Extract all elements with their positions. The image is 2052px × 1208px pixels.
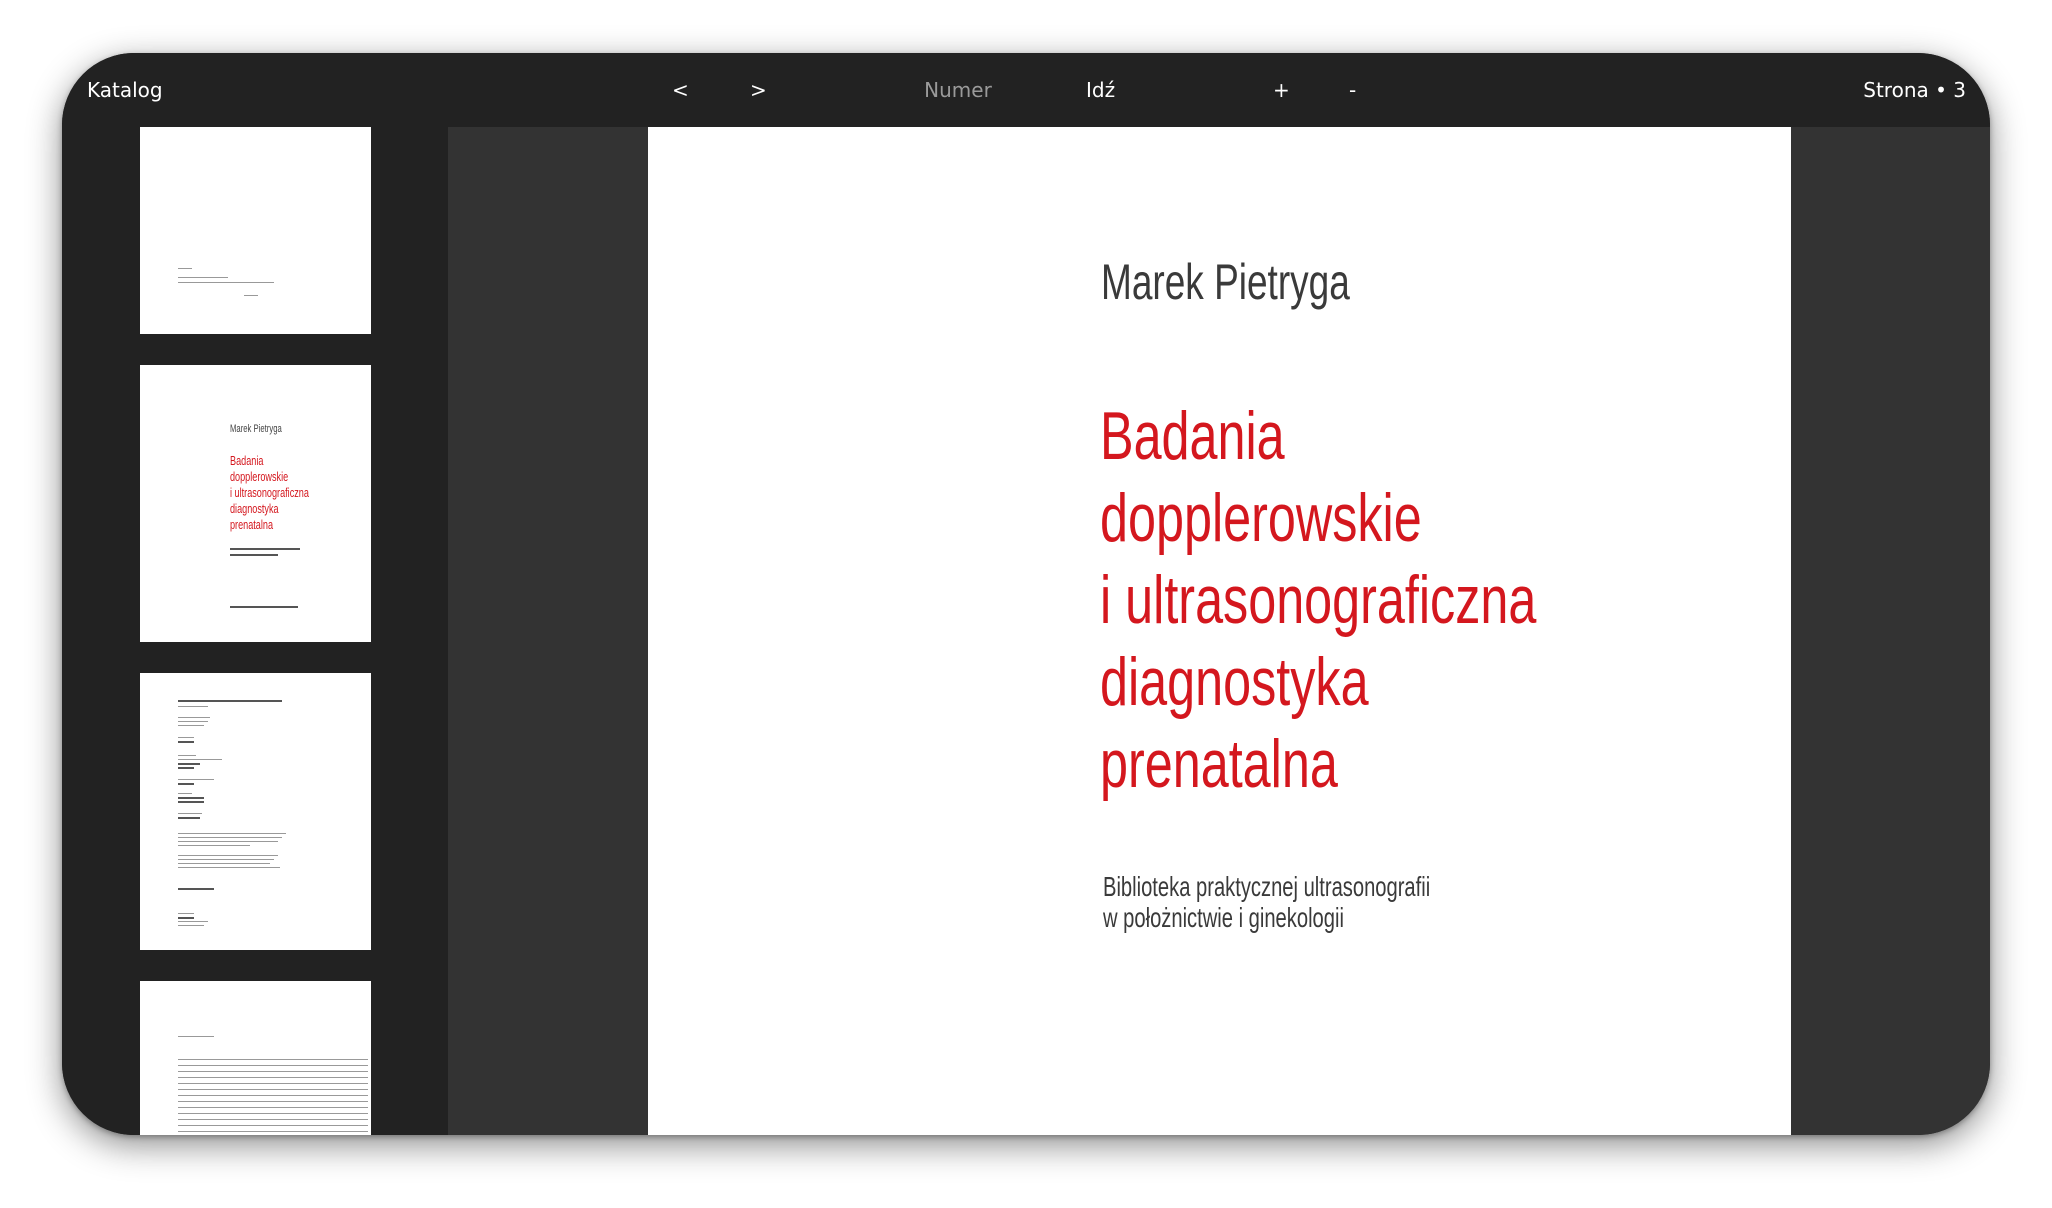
thumbnail-text-line [178, 779, 214, 780]
thumbnail-page-3[interactable] [140, 673, 371, 950]
thumbnail-text-line [230, 548, 300, 550]
thumbnail-text-line [178, 1101, 368, 1102]
thumbnail-title-line: prenatalna [230, 517, 274, 532]
thumbnail-page-2[interactable]: Marek Pietryga Badania dopplerowskie i u… [140, 365, 371, 642]
thumbnail-text-line [178, 1083, 368, 1084]
thumbnail-text-line [178, 1107, 368, 1108]
book-title: Badania dopplerowskie i ultrasonograficz… [1100, 395, 1536, 805]
zoom-in-button[interactable]: + [1273, 53, 1290, 127]
thumbnail-title-line: i ultrasonograficzna [230, 485, 309, 500]
book-title-line: diagnostyka [1100, 644, 1369, 720]
thumbnail-text-line [178, 841, 278, 842]
thumbnail-page-4[interactable] [140, 981, 371, 1135]
thumbnail-text-line [178, 268, 192, 269]
thumbnail-text-line [178, 706, 208, 707]
thumbnail-page-1[interactable] [140, 127, 371, 334]
thumbnail-text-line [230, 554, 278, 556]
thumbnail-text-line [178, 913, 194, 914]
thumbnail-text-line [178, 737, 194, 738]
thumbnail-text-line [178, 1089, 368, 1090]
thumbnail-text-line [178, 793, 192, 794]
book-author: Marek Pietryga [1101, 254, 1350, 310]
thumbnail-text-line [178, 783, 194, 785]
thumbnail-text-line [178, 755, 196, 756]
thumbnail-text-line [178, 1071, 368, 1072]
thumbnail-text-line [178, 1131, 368, 1132]
thumbnail-text-line [178, 801, 204, 803]
previous-page-button[interactable]: < [672, 53, 689, 127]
thumbnail-text-line [178, 837, 282, 838]
thumbnail-text-line [178, 1113, 368, 1114]
page-number-input[interactable] [880, 73, 1036, 107]
thumbnail-title-line: diagnostyka [230, 501, 279, 516]
book-series-line: Biblioteka praktycznej ultrasonografii [1103, 871, 1431, 902]
document-page: Marek Pietryga Badania dopplerowskie i u… [648, 127, 1791, 1135]
thumbnail-title-line: dopplerowskie [230, 469, 289, 484]
thumbnail-text-line [178, 867, 280, 868]
thumbnail-text-line [178, 859, 274, 860]
document-viewer[interactable]: Marek Pietryga Badania dopplerowskie i u… [448, 127, 1990, 1135]
thumbnail-text-line [178, 1077, 368, 1078]
thumbnail-text-line [178, 888, 214, 890]
thumbnail-text-line [178, 725, 204, 726]
thumbnail-text-line [178, 863, 270, 864]
thumbnail-text-line [178, 282, 274, 283]
thumbnail-text-line [178, 845, 250, 846]
thumbnail-text-line [178, 817, 200, 819]
thumbnail-title-line: Badania [230, 453, 264, 468]
thumbnail-text-line [178, 763, 200, 765]
thumbnail-text-line [178, 1065, 368, 1066]
thumbnail-text-line [178, 741, 194, 743]
book-series: Biblioteka praktycznej ultrasonografii w… [1103, 871, 1430, 933]
thumbnail-text-line [244, 295, 258, 296]
book-series-line: w położnictwie i ginekologii [1103, 902, 1344, 933]
book-title-line: i ultrasonograficzna [1100, 562, 1537, 638]
thumbnail-text-line [178, 1059, 368, 1060]
page-indicator: Strona • 3 [1863, 78, 1966, 102]
thumbnail-sidebar[interactable]: Marek Pietryga Badania dopplerowskie i u… [62, 127, 448, 1135]
thumbnail-text-line [178, 1125, 368, 1126]
thumbnail-text-line [178, 1119, 368, 1120]
thumbnail-text-line [178, 917, 194, 919]
thumbnail-text-line [178, 759, 222, 760]
thumbnail-text-line [178, 717, 210, 718]
thumbnail-text-line [178, 833, 286, 834]
book-title-line: dopplerowskie [1100, 480, 1422, 556]
thumbnail-text-line [178, 1036, 214, 1037]
thumbnail-text-line [178, 767, 194, 769]
thumbnail-text-line [178, 813, 202, 814]
thumbnail-author: Marek Pietryga [230, 423, 282, 435]
thumbnail-text-line [178, 721, 208, 722]
thumbnail-title: Badania dopplerowskie i ultrasonograficz… [230, 453, 309, 533]
app-frame: Katalog < > Idź + - Strona • 3 Marek Pie… [62, 53, 1990, 1135]
thumbnail-text-line [178, 700, 282, 702]
thumbnail-text-line [230, 606, 298, 608]
book-title-line: Badania [1100, 398, 1285, 474]
thumbnail-text-line [178, 925, 204, 926]
book-title-line: prenatalna [1100, 726, 1338, 802]
go-button[interactable]: Idź [1086, 53, 1115, 127]
thumbnail-text-line [178, 797, 204, 799]
next-page-button[interactable]: > [750, 53, 767, 127]
catalog-title: Katalog [87, 78, 163, 102]
zoom-out-button[interactable]: - [1349, 53, 1356, 127]
thumbnail-text-line [178, 921, 208, 922]
toolbar: Katalog < > Idź + - Strona • 3 [62, 53, 1990, 127]
thumbnail-text-line [178, 277, 228, 278]
thumbnail-text-line [178, 855, 278, 856]
thumbnail-text-line [178, 1095, 368, 1096]
